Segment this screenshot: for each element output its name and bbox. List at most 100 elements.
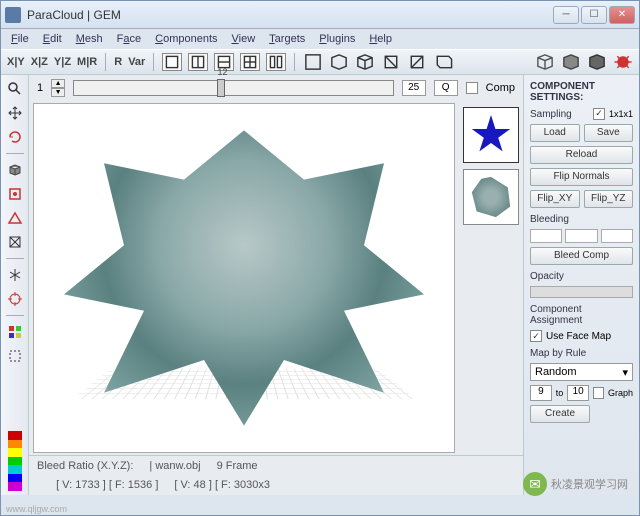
app-icon — [5, 7, 21, 23]
minimize-button[interactable]: ─ — [553, 6, 579, 24]
mode-icon-6[interactable] — [433, 53, 453, 71]
slider-tick-label: 12 — [217, 67, 227, 77]
triangle-tool-icon[interactable] — [5, 208, 25, 228]
comp-assign-label: Component Assignment — [530, 304, 633, 326]
save-button[interactable]: Save — [584, 124, 634, 142]
slider-value[interactable]: 25 — [402, 80, 426, 96]
wechat-watermark: ✉ 秋凌景观学习网 — [523, 472, 628, 496]
mode-icon-4[interactable] — [381, 53, 401, 71]
color-strip[interactable] — [8, 431, 22, 491]
mesh-thumb-icon — [467, 173, 515, 221]
flip-yz-button[interactable]: Flip_YZ — [584, 190, 634, 208]
panel-title: COMPONENT SETTINGS: — [530, 81, 633, 103]
map-rule-label: Map by Rule — [530, 348, 633, 359]
rule-select[interactable]: Random▾ — [530, 363, 633, 381]
graph-label: Graph — [608, 388, 633, 398]
model-mesh — [44, 114, 444, 442]
preview-component-1[interactable] — [463, 107, 519, 163]
menu-help[interactable]: Help — [363, 31, 398, 47]
view-icon-4[interactable] — [240, 53, 260, 71]
tb-xz[interactable]: X|Z — [31, 56, 48, 68]
face-tool-icon[interactable] — [5, 184, 25, 204]
settings-panel: COMPONENT SETTINGS: Sampling ✓ 1x1x1 Loa… — [523, 75, 639, 495]
flip-normals-button[interactable]: Flip Normals — [530, 168, 633, 186]
graph-checkbox[interactable] — [593, 387, 604, 399]
facemap-label: Use Face Map — [546, 331, 611, 342]
window-title: ParaCloud | GEM — [27, 8, 551, 22]
create-button[interactable]: Create — [530, 405, 590, 423]
cube-icon-3[interactable] — [587, 53, 607, 71]
preview-column — [459, 101, 523, 455]
opacity-label: Opacity — [530, 271, 633, 282]
palette-icon[interactable] — [5, 322, 25, 342]
range-from-input[interactable]: 9 — [530, 385, 552, 401]
sampling-label: Sampling — [530, 109, 572, 120]
opacity-slider[interactable] — [530, 286, 633, 298]
snowflake-icon[interactable] — [5, 265, 25, 285]
view-icon-5[interactable] — [266, 53, 286, 71]
status-dims: [ V: 1733 ] [ F: 1536 ] — [56, 479, 158, 491]
bleeding-label: Bleeding — [530, 214, 633, 225]
menu-view[interactable]: View — [226, 31, 262, 47]
range-to-input[interactable]: 10 — [567, 385, 589, 401]
sampling-checkbox[interactable]: ✓ — [593, 108, 605, 120]
tb-mr[interactable]: M|R — [77, 56, 97, 68]
zoom-icon[interactable] — [5, 79, 25, 99]
status-bleed: Bleed Ratio (X.Y.Z): — [37, 460, 133, 472]
tb-xy[interactable]: X|Y — [7, 56, 25, 68]
cube-icon-1[interactable] — [535, 53, 555, 71]
preview-component-2[interactable] — [463, 169, 519, 225]
view-icon-2[interactable] — [188, 53, 208, 71]
slider-track[interactable]: 12 — [73, 80, 394, 96]
tb-var[interactable]: Var — [128, 56, 145, 68]
bleeding-inputs[interactable] — [530, 229, 633, 243]
slider-q[interactable]: Q — [434, 80, 458, 96]
reload-button[interactable]: Reload — [530, 146, 633, 164]
mode-icon-2[interactable] — [329, 53, 349, 71]
slider-min: 1 — [37, 82, 43, 94]
viewport[interactable] — [33, 103, 455, 453]
rotate-icon[interactable] — [5, 127, 25, 147]
menu-plugins[interactable]: Plugins — [313, 31, 361, 47]
status-bar: Bleed Ratio (X.Y.Z): | wanw.obj 9 Frame — [29, 455, 523, 475]
menu-file[interactable]: File — [5, 31, 35, 47]
menu-mesh[interactable]: Mesh — [70, 31, 109, 47]
watermark-url: www.qljgw.com — [6, 504, 67, 514]
bug-icon[interactable] — [613, 53, 633, 71]
toolbar: X|Y X|Z Y|Z M|R R Var — [1, 49, 639, 75]
tb-r[interactable]: R — [114, 56, 122, 68]
mode-icon-5[interactable] — [407, 53, 427, 71]
menubar: File Edit Mesh Face Components View Targ… — [1, 29, 639, 49]
status-bar-2: . [ V: 1733 ] [ F: 1536 ] [ V: 48 ] [ F:… — [29, 475, 523, 495]
menu-components[interactable]: Components — [149, 31, 223, 47]
slider-row: 1 ▲▼ 12 25 Q Comp — [29, 75, 523, 101]
menu-targets[interactable]: Targets — [263, 31, 311, 47]
chevron-down-icon: ▾ — [622, 366, 628, 379]
bleed-comp-button[interactable]: Bleed Comp — [530, 247, 633, 265]
maximize-button[interactable]: ☐ — [581, 6, 607, 24]
status-frame: 9 Frame — [217, 460, 258, 472]
view-icon-1[interactable] — [162, 53, 182, 71]
facemap-checkbox[interactable]: ✓ — [530, 330, 542, 342]
mode-icon-1[interactable] — [303, 53, 323, 71]
cube-tool-icon[interactable] — [5, 160, 25, 180]
border-icon[interactable] — [5, 346, 25, 366]
menu-edit[interactable]: Edit — [37, 31, 68, 47]
mode-icon-3[interactable] — [355, 53, 375, 71]
sampling-value: 1x1x1 — [609, 109, 633, 119]
slider-stepper[interactable]: ▲▼ — [51, 79, 65, 97]
cross-tool-icon[interactable] — [5, 232, 25, 252]
target-icon[interactable] — [5, 289, 25, 309]
range-to-label: to — [556, 388, 564, 398]
tb-yz[interactable]: Y|Z — [54, 56, 71, 68]
pan-icon[interactable] — [5, 103, 25, 123]
load-button[interactable]: Load — [530, 124, 580, 142]
close-button[interactable]: ✕ — [609, 6, 635, 24]
wechat-icon: ✉ — [523, 472, 547, 496]
sidebar — [1, 75, 29, 495]
cube-icon-2[interactable] — [561, 53, 581, 71]
slider-thumb[interactable] — [217, 79, 225, 97]
menu-face[interactable]: Face — [111, 31, 147, 47]
comp-checkbox[interactable] — [466, 82, 478, 94]
flip-xy-button[interactable]: Flip_XY — [530, 190, 580, 208]
